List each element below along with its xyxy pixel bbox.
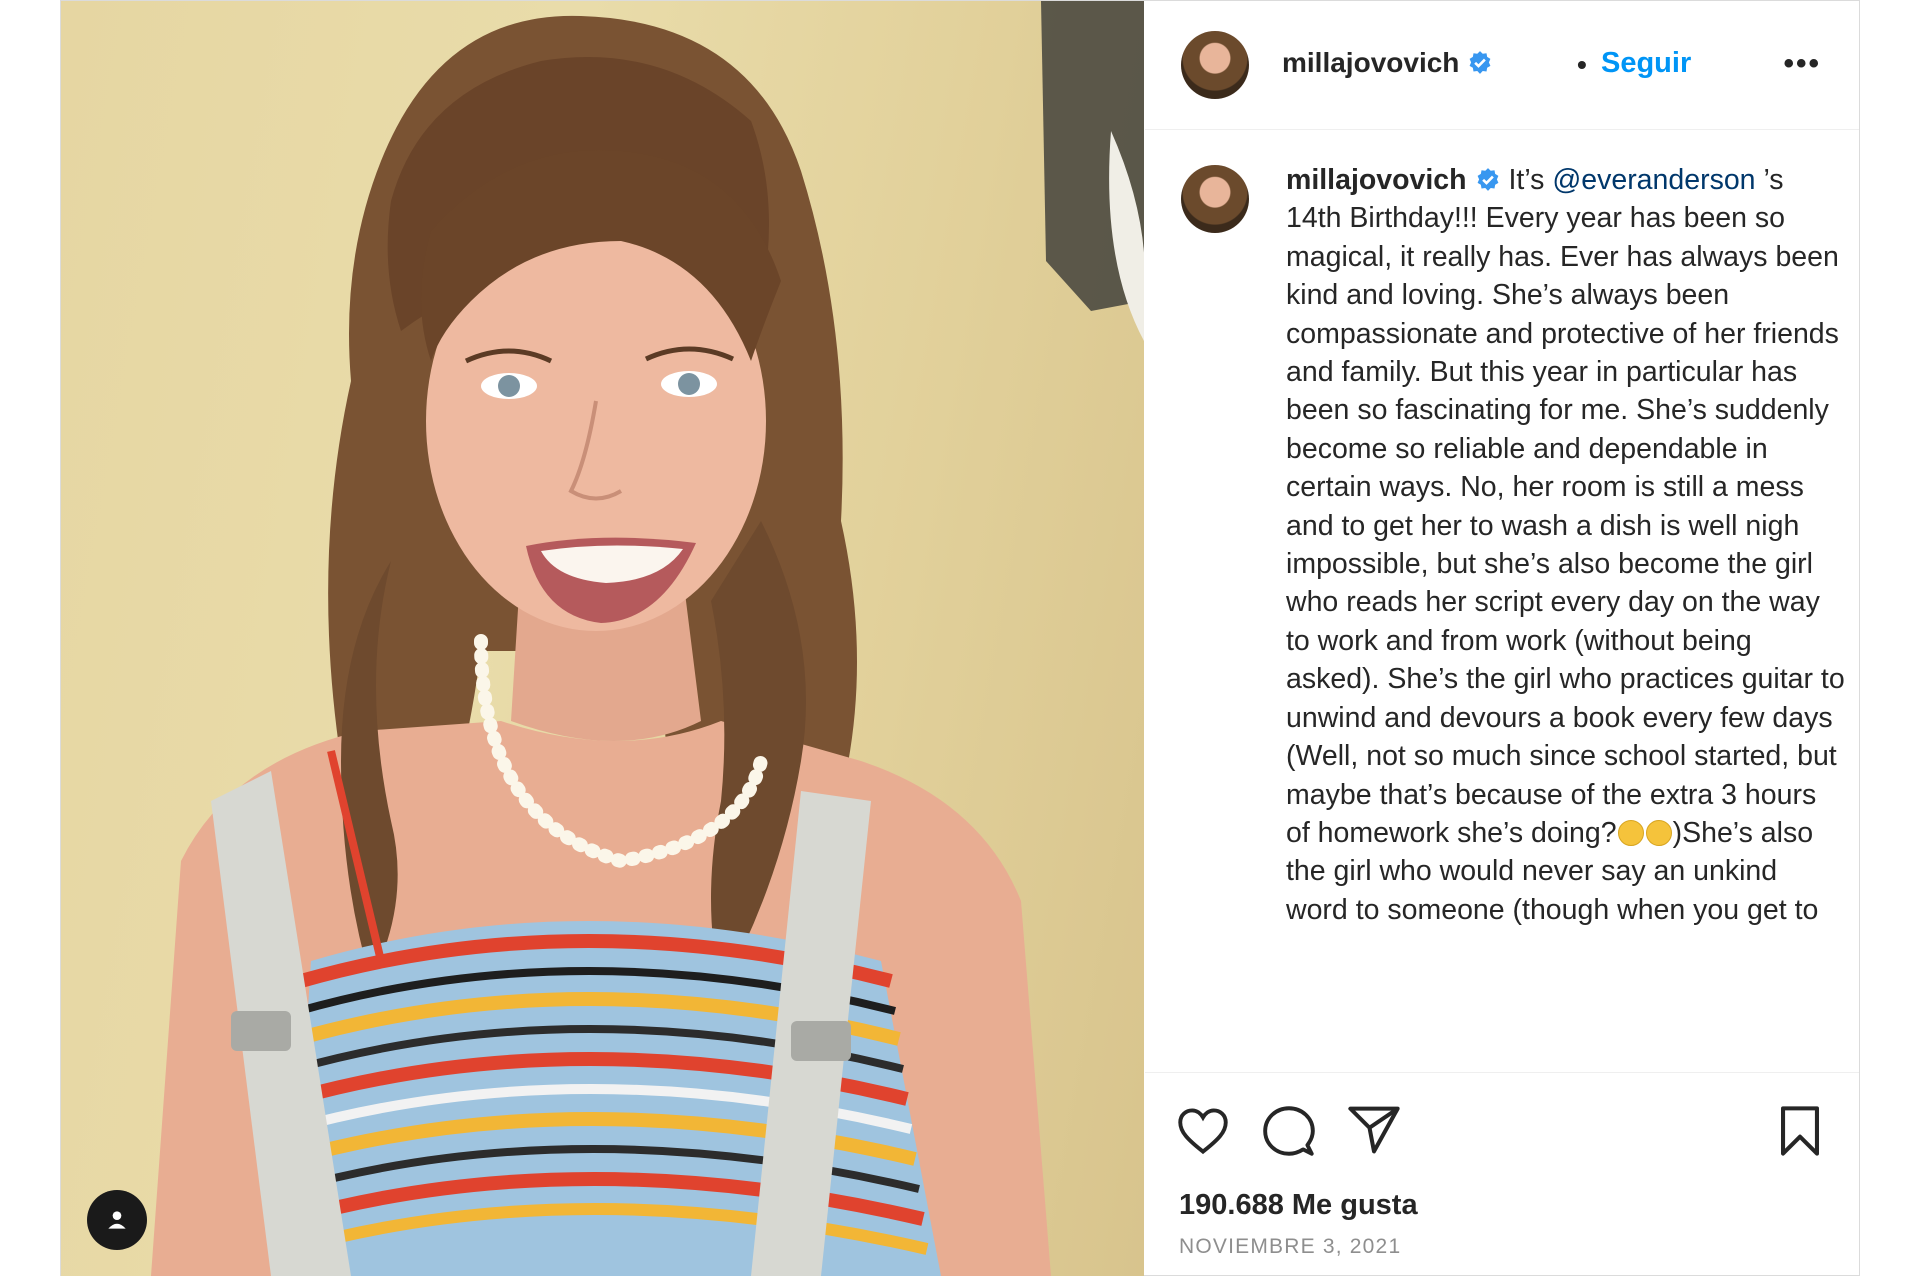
comment-icon[interactable] (1263, 1105, 1315, 1157)
bookmark-icon[interactable] (1779, 1105, 1821, 1157)
verified-badge-icon (1477, 168, 1498, 191)
caption-prefix: It’s (1500, 164, 1553, 196)
heart-icon[interactable] (1177, 1107, 1229, 1155)
post-sidebar: millajovovich • Seguir ••• millajovovich… (1145, 1, 1859, 1275)
tag-people-button[interactable] (87, 1190, 147, 1250)
caption-username-text: millajovovich (1286, 164, 1467, 196)
separator-dot: • (1577, 49, 1587, 80)
post-header: millajovovich • Seguir ••• (1145, 1, 1859, 130)
likes-count[interactable]: 190.688 Me gusta (1179, 1189, 1418, 1222)
mention-link[interactable]: @everanderson (1552, 164, 1755, 196)
post-caption: millajovovich It’s @everanderson ’s 14th… (1286, 161, 1846, 929)
instagram-post: millajovovich • Seguir ••• millajovovich… (60, 0, 1860, 1276)
username-link[interactable]: millajovovich (1282, 47, 1493, 79)
frowning-emoji-icon (1645, 819, 1672, 846)
caption-avatar[interactable] (1181, 165, 1249, 233)
avatar[interactable] (1181, 31, 1249, 99)
face-emoji-icon (1617, 819, 1644, 846)
portrait-image (151, 1, 1144, 1276)
post-date[interactable]: NOVIEMBRE 3, 2021 (1179, 1235, 1401, 1259)
more-options-button[interactable]: ••• (1783, 47, 1821, 81)
person-tag-icon (108, 1211, 126, 1229)
comments-area[interactable]: millajovovich It’s @everanderson ’s 14th… (1145, 129, 1859, 1072)
post-photo[interactable] (61, 1, 1144, 1276)
caption-text: ’s 14th Birthday!!! Every year has been … (1286, 164, 1845, 849)
verified-badge-icon (1470, 51, 1491, 74)
caption-username[interactable]: millajovovich (1286, 164, 1501, 196)
follow-button[interactable]: Seguir (1601, 47, 1691, 80)
post-actions: 190.688 Me gusta NOVIEMBRE 3, 2021 (1145, 1072, 1859, 1275)
send-icon[interactable] (1347, 1105, 1401, 1155)
username-text: millajovovich (1282, 47, 1460, 78)
